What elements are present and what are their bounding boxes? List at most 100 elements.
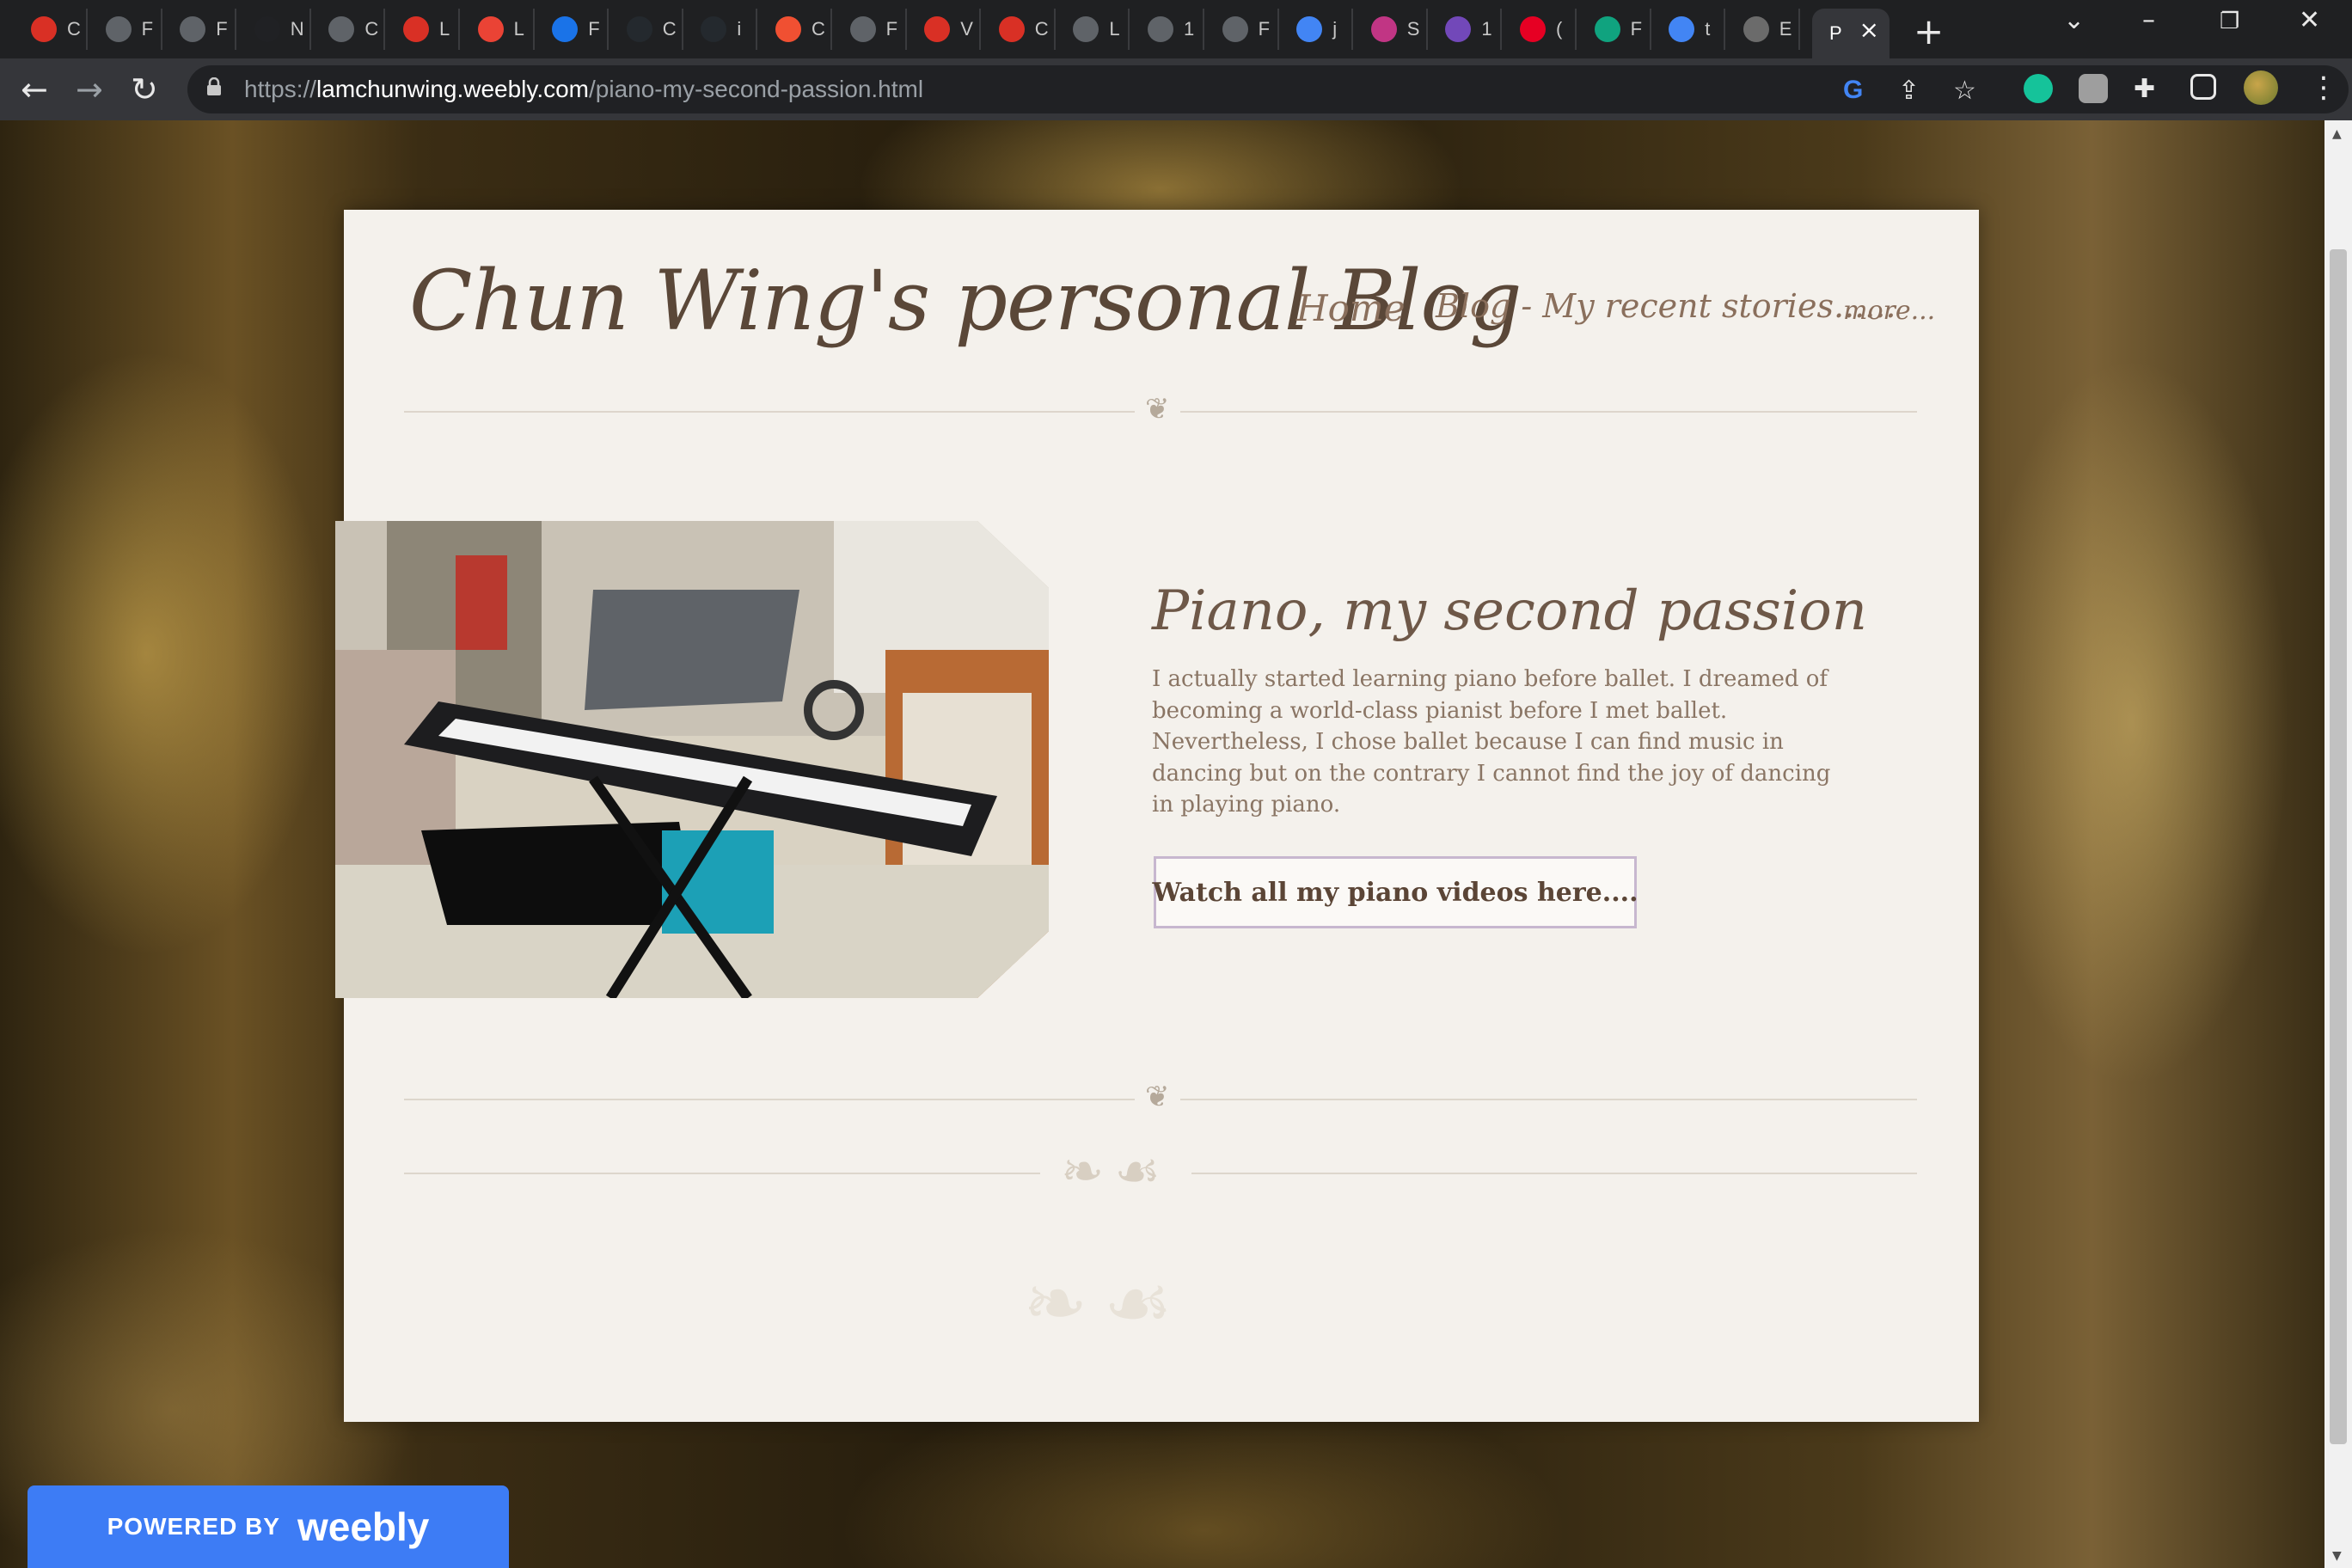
forward-button[interactable]: → bbox=[76, 70, 103, 108]
tab-label: V bbox=[960, 18, 973, 40]
tab-label: F bbox=[588, 18, 600, 40]
page-viewport: Chun Wing's personal Blog Home Blog - My… bbox=[0, 120, 2324, 1568]
tab-label: 1 bbox=[1481, 18, 1492, 40]
grammarly-extension-icon[interactable] bbox=[2024, 74, 2053, 103]
side-panel-icon[interactable] bbox=[2190, 74, 2216, 100]
tab-label: C bbox=[1034, 18, 1049, 40]
browser-tab[interactable]: F bbox=[162, 9, 237, 50]
extensions-puzzle-icon[interactable]: ✚ bbox=[2134, 74, 2155, 104]
browser-tab[interactable]: C bbox=[758, 9, 832, 50]
tab-favicon-icon bbox=[403, 16, 429, 42]
tab-label: N bbox=[290, 18, 304, 40]
tab-favicon-icon bbox=[105, 16, 132, 42]
browser-tab[interactable]: N bbox=[237, 9, 311, 50]
tab-favicon-icon bbox=[1370, 16, 1397, 42]
scroll-down-icon[interactable]: ▼ bbox=[2332, 1549, 2342, 1563]
tab-label: L bbox=[1109, 18, 1120, 40]
tab-strip: C F F N C L L F Ci C F V C L 1 Fj S 1 (Ft E P × + ⌄ – ❐ ✕ bbox=[0, 0, 2352, 58]
extension-icon[interactable] bbox=[2079, 74, 2108, 103]
browser-tab[interactable]: 1 bbox=[1130, 9, 1204, 50]
browser-tab[interactable]: F bbox=[1577, 9, 1651, 50]
url-host: lamchunwing.weebly.com bbox=[316, 76, 590, 102]
browser-toolbar: ← → ↻ https://lamchunwing.weebly.com/pia… bbox=[0, 58, 2352, 120]
browser-tab[interactable]: i bbox=[683, 9, 758, 50]
scroll-up-icon[interactable]: ▲ bbox=[2332, 127, 2342, 141]
restore-button[interactable]: ❐ bbox=[2220, 9, 2239, 34]
minimize-button[interactable]: – bbox=[2142, 5, 2155, 35]
tab-favicon-icon bbox=[1073, 16, 1099, 42]
footer-ornament-icon: ❧☙ bbox=[1040, 1142, 1192, 1202]
browser-tab[interactable]: L bbox=[461, 9, 535, 50]
tab-favicon-icon bbox=[31, 16, 57, 42]
content-flourish-icon: ❦ bbox=[1135, 1080, 1180, 1114]
close-window-button[interactable]: ✕ bbox=[2299, 5, 2320, 35]
google-lens-icon[interactable]: G bbox=[1843, 76, 1863, 105]
tab-label: L bbox=[513, 18, 524, 40]
reload-button[interactable]: ↻ bbox=[131, 70, 158, 108]
profile-avatar[interactable] bbox=[2244, 70, 2278, 105]
browser-tab[interactable]: L bbox=[386, 9, 460, 50]
browser-tab[interactable]: C bbox=[311, 9, 386, 50]
browser-tab[interactable]: L bbox=[1056, 9, 1130, 50]
page-heading: Piano, my second passion bbox=[1152, 579, 1867, 643]
browser-tab[interactable]: C bbox=[609, 9, 683, 50]
tab-favicon-icon bbox=[1296, 16, 1323, 42]
watch-videos-button[interactable]: Watch all my piano videos here.... bbox=[1152, 856, 1638, 928]
tab-label: C bbox=[812, 18, 825, 40]
browser-tab[interactable]: t bbox=[1651, 9, 1726, 50]
browser-tab[interactable]: 1 bbox=[1428, 9, 1503, 50]
active-tab[interactable]: P × bbox=[1812, 9, 1890, 58]
tab-favicon-icon bbox=[1222, 16, 1248, 42]
tab-label: F bbox=[1630, 18, 1643, 40]
tab-favicon-icon bbox=[254, 16, 280, 42]
tab-label: C bbox=[67, 18, 81, 40]
browser-tab[interactable]: C bbox=[14, 9, 88, 50]
bookmark-star-icon[interactable]: ☆ bbox=[1953, 76, 1976, 106]
tab-favicon-icon bbox=[552, 16, 579, 42]
nav-more[interactable]: more... bbox=[1843, 296, 1935, 326]
tab-favicon-icon bbox=[328, 16, 355, 42]
tab-favicon-icon bbox=[180, 16, 206, 42]
browser-tab[interactable]: S bbox=[1354, 9, 1428, 50]
share-icon[interactable]: ⇪ bbox=[1898, 76, 1920, 106]
tab-label: C bbox=[364, 18, 379, 40]
browser-tab[interactable]: ( bbox=[1503, 9, 1577, 50]
tab-label: F bbox=[141, 18, 154, 40]
browser-tab[interactable]: j bbox=[1279, 9, 1354, 50]
menu-icon[interactable]: ⋮ bbox=[2309, 70, 2338, 105]
url-scheme: https:// bbox=[244, 76, 317, 102]
browser-tab[interactable]: F bbox=[833, 9, 907, 50]
close-tab-icon[interactable]: × bbox=[1859, 15, 1879, 44]
browser-tab[interactable]: V bbox=[907, 9, 982, 50]
page-scrollbar[interactable]: ▲ ▼ bbox=[2324, 120, 2352, 1568]
new-tab-button[interactable]: + bbox=[1914, 10, 1944, 52]
powered-by-weebly-badge[interactable]: POWERED BY weebly bbox=[28, 1485, 509, 1568]
url-text: https://lamchunwing.weebly.com/piano-my-… bbox=[244, 76, 923, 103]
content-panel: Chun Wing's personal Blog Home Blog - My… bbox=[335, 210, 1979, 1422]
tab-label: S bbox=[1406, 18, 1420, 40]
tab-favicon-icon bbox=[1148, 16, 1173, 42]
tab-favicon-icon bbox=[477, 16, 504, 42]
browser-tab[interactable]: F bbox=[535, 9, 609, 50]
scrollbar-thumb[interactable] bbox=[2330, 249, 2347, 1444]
tab-label: 1 bbox=[1184, 18, 1195, 40]
browser-tab[interactable]: E bbox=[1726, 9, 1800, 50]
lock-icon bbox=[207, 77, 221, 95]
tab-favicon-icon bbox=[849, 16, 876, 42]
browser-tab[interactable]: F bbox=[89, 9, 162, 50]
tab-label: j bbox=[1332, 18, 1338, 40]
browser-tab[interactable]: F bbox=[1205, 9, 1279, 50]
browser-tab[interactable]: C bbox=[982, 9, 1056, 50]
bottom-ornament-icon: ❧☙ bbox=[1023, 1259, 1189, 1349]
nav-blog[interactable]: Blog - My recent stories...... bbox=[1436, 287, 1896, 325]
weebly-logo: weebly bbox=[297, 1504, 430, 1549]
powered-by-label: POWERED BY bbox=[107, 1513, 280, 1540]
back-button[interactable]: ← bbox=[21, 70, 48, 108]
url-path: /piano-my-second-passion.html bbox=[589, 76, 924, 102]
header-flourish-icon: ❦ bbox=[1135, 392, 1180, 426]
tab-favicon-icon bbox=[1669, 16, 1695, 42]
tab-favicon-icon bbox=[626, 16, 652, 42]
nav-home[interactable]: Home bbox=[1296, 287, 1406, 329]
tab-favicon-icon bbox=[1594, 16, 1620, 42]
tab-search-icon[interactable]: ⌄ bbox=[2063, 5, 2085, 35]
